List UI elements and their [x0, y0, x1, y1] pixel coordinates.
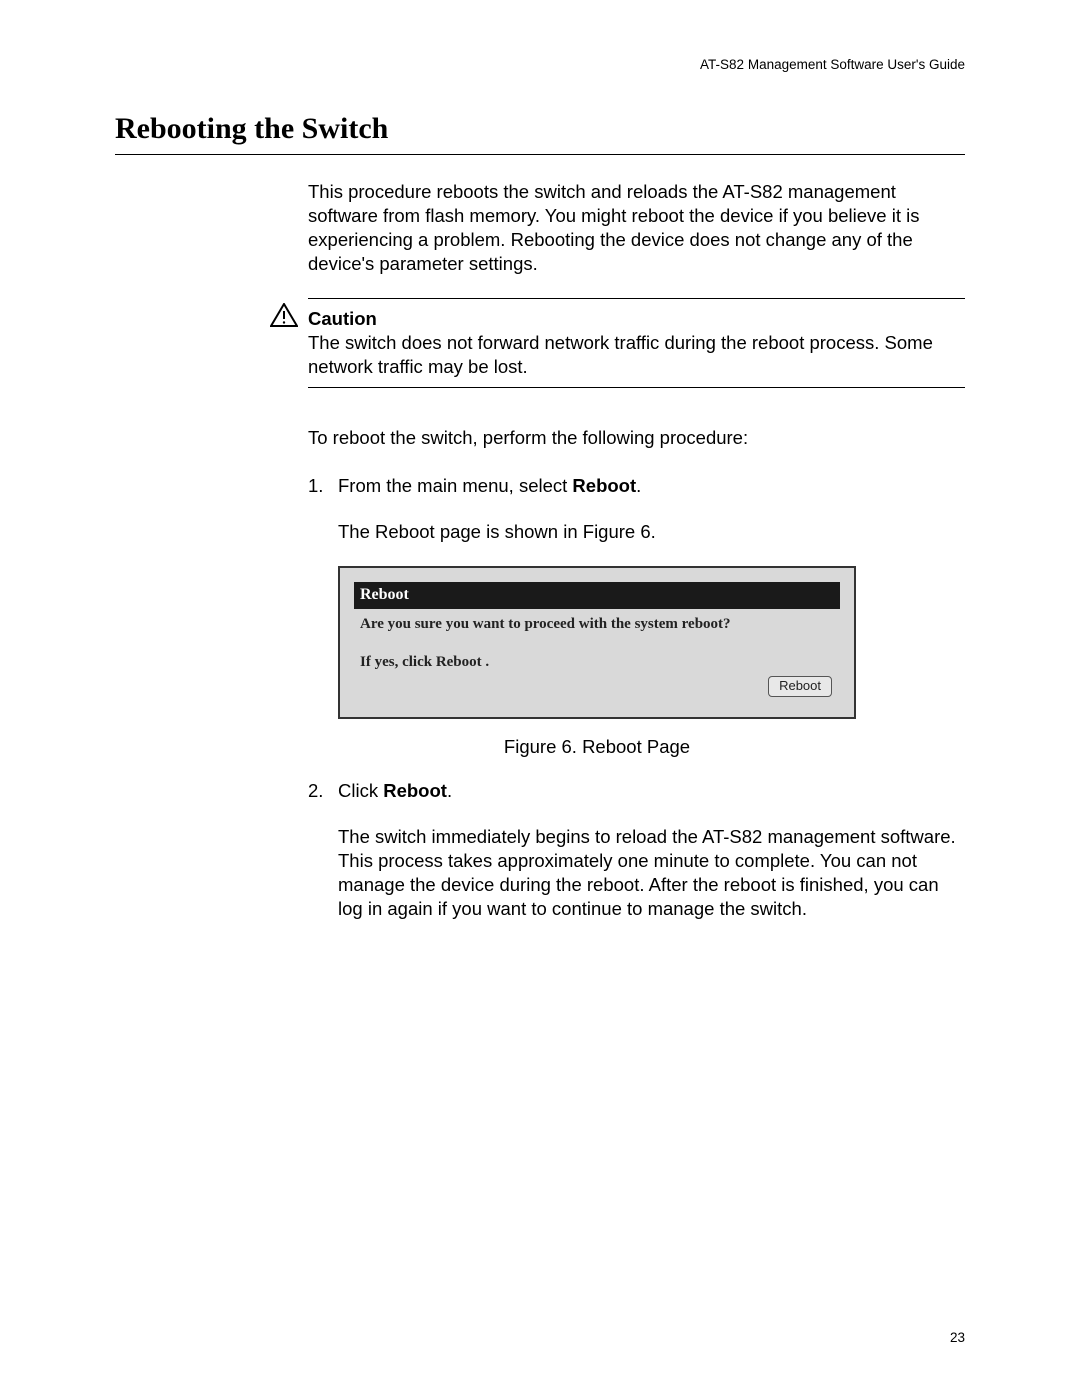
step-2-prefix: Click — [338, 780, 383, 801]
step-2-result: The switch immediately begins to reload … — [338, 825, 965, 921]
caution-icon — [270, 303, 298, 327]
caution-box: Caution The switch does not forward netw… — [308, 298, 965, 388]
section-title: Rebooting the Switch — [115, 112, 965, 155]
step-2: 2. Click Reboot. The switch immediately … — [338, 779, 965, 921]
step-1-prefix: From the main menu, select — [338, 475, 572, 496]
reboot-button: Reboot — [768, 676, 832, 697]
step-2-number: 2. — [308, 779, 323, 803]
step-2-text: Click Reboot. — [338, 779, 965, 803]
figure-caption: Figure 6. Reboot Page — [338, 735, 856, 759]
figure-titlebar: Reboot — [354, 582, 840, 609]
step-2-bold: Reboot — [383, 780, 447, 801]
caution-label: Caution — [308, 307, 965, 331]
content-area: This procedure reboots the switch and re… — [308, 180, 965, 943]
page-number: 23 — [950, 1330, 965, 1345]
doc-header: AT-S82 Management Software User's Guide — [700, 57, 965, 72]
step-1-result: The Reboot page is shown in Figure 6. — [338, 520, 965, 544]
step-1: 1. From the main menu, select Reboot. Th… — [338, 474, 965, 544]
procedure-intro: To reboot the switch, perform the follow… — [308, 426, 965, 450]
figure-question: Are you sure you want to proceed with th… — [360, 615, 834, 635]
figure-instruction: If yes, click Reboot . — [360, 653, 834, 673]
intro-paragraph: This procedure reboots the switch and re… — [308, 180, 965, 276]
figure-6: Reboot Are you sure you want to proceed … — [338, 566, 965, 719]
step-1-bold: Reboot — [572, 475, 636, 496]
figure-screenshot: Reboot Are you sure you want to proceed … — [338, 566, 856, 719]
step-1-suffix: . — [636, 475, 641, 496]
step-2-suffix: . — [447, 780, 452, 801]
figure-button-row: Reboot — [360, 676, 834, 697]
caution-text: The switch does not forward network traf… — [308, 331, 965, 379]
step-1-text: From the main menu, select Reboot. — [338, 474, 965, 498]
step-1-number: 1. — [308, 474, 323, 498]
